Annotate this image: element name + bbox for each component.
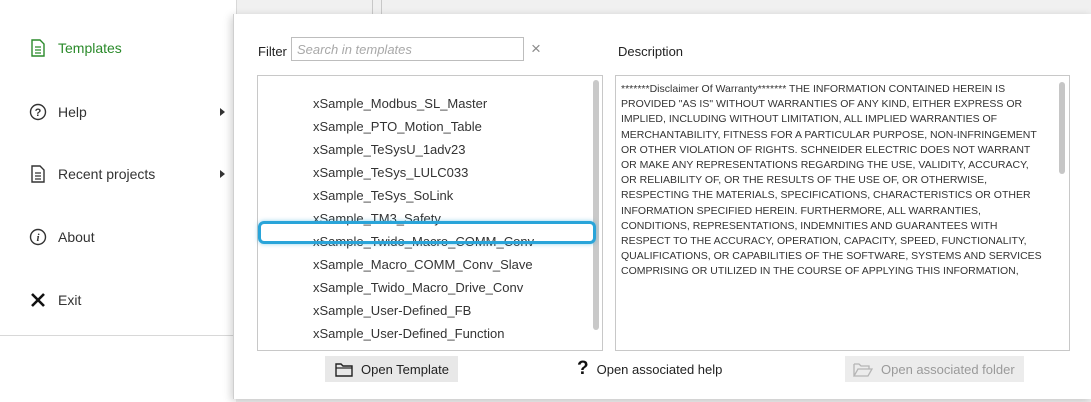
description-box: *******Disclaimer Of Warranty******* THE…	[615, 75, 1070, 351]
submenu-arrow-icon	[220, 170, 225, 178]
open-folder-label: Open associated folder	[881, 361, 1015, 377]
menu-item-label: Recent projects	[58, 166, 156, 182]
document-icon	[28, 38, 48, 58]
menu-footer	[0, 335, 236, 402]
list-item[interactable]: xSample_TeSys_LULC033	[313, 165, 468, 180]
background-divider	[381, 0, 382, 14]
svg-text:?: ?	[35, 107, 42, 119]
menu-item-recent-projects[interactable]: Recent projects	[28, 162, 155, 186]
templates-dialog: Filter × Description xSample_Modbus_SL_M…	[233, 14, 1091, 399]
menu-item-label: About	[58, 229, 95, 245]
menu-item-label: Help	[58, 104, 87, 120]
list-item[interactable]: xSample_TeSysU_1adv23	[313, 142, 465, 157]
menu-item-about[interactable]: i About	[28, 225, 95, 249]
open-template-button[interactable]: Open Template	[325, 356, 458, 382]
description-text: *******Disclaimer Of Warranty******* THE…	[621, 83, 1042, 278]
open-associated-help-button[interactable]: ? Open associated help	[577, 356, 757, 382]
help-question-icon: ?	[577, 358, 589, 379]
backstage-menu: Templates ? Help Recent projects i About…	[0, 0, 237, 335]
list-item[interactable]: xSample_Macro_COMM_Conv_Slave	[313, 257, 533, 272]
folder-open-icon	[853, 362, 873, 377]
open-associated-folder-button[interactable]: Open associated folder	[845, 356, 1024, 382]
menu-item-label: Exit	[58, 292, 82, 308]
filter-label: Filter	[258, 44, 287, 59]
background-divider	[372, 0, 373, 14]
list-item[interactable]: xSample_Twido_Macro_Drive_Conv	[313, 280, 523, 295]
open-template-label: Open Template	[361, 361, 449, 377]
list-item[interactable]: xSample_TeSys_SoLink	[313, 188, 453, 203]
info-circle-icon: i	[28, 227, 48, 247]
list-scrollbar[interactable]	[593, 80, 599, 330]
submenu-arrow-icon	[220, 108, 225, 116]
description-label: Description	[618, 44, 684, 59]
description-scrollbar[interactable]	[1059, 82, 1065, 174]
clear-filter-icon[interactable]: ×	[531, 40, 541, 58]
folder-icon	[335, 362, 353, 377]
menu-item-templates[interactable]: Templates	[28, 36, 122, 60]
svg-text:i: i	[36, 232, 40, 244]
help-circle-icon: ?	[28, 102, 48, 122]
list-item[interactable]: xSample_User-Defined_Function	[313, 326, 504, 341]
list-item-selected[interactable]: xSample_Twido_Macro_COMM_Conv	[313, 234, 534, 249]
open-help-label: Open associated help	[596, 361, 723, 377]
menu-item-exit[interactable]: Exit	[28, 288, 81, 312]
template-list[interactable]: xSample_Modbus_SL_Master xSample_PTO_Mot…	[257, 75, 603, 351]
search-input[interactable]	[291, 37, 524, 61]
list-item[interactable]: xSample_PTO_Motion_Table	[313, 119, 482, 134]
list-item[interactable]: xSample_User-Defined_FB	[313, 303, 471, 318]
list-item[interactable]: xSample_Modbus_SL_Master	[313, 96, 487, 111]
document-icon	[28, 164, 48, 184]
menu-item-help[interactable]: ? Help	[28, 100, 87, 124]
close-x-icon	[28, 290, 48, 310]
menu-item-label: Templates	[58, 40, 122, 56]
list-item[interactable]: xSample_TM3_Safety	[313, 211, 441, 226]
